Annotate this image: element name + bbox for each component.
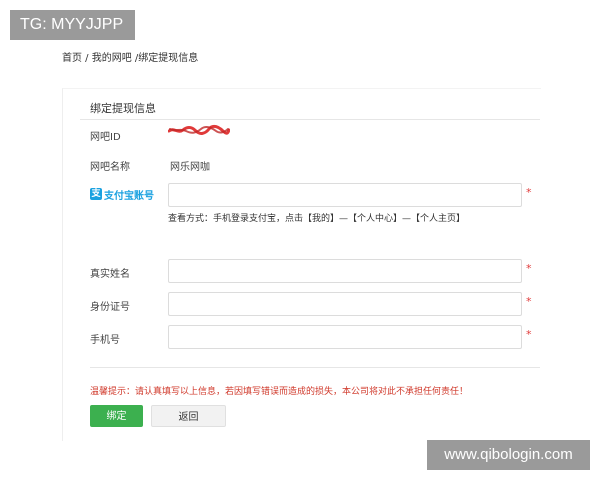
real-name-input[interactable] <box>168 259 522 283</box>
bind-button[interactable]: 绑定 <box>90 405 143 427</box>
alipay-required-mark: * <box>526 186 532 199</box>
redacted-netbar-id <box>168 124 230 135</box>
id-number-required-mark: * <box>526 295 532 308</box>
alipay-icon: 支 <box>90 188 102 200</box>
watermark-top-left: TG: MYYJJPP <box>10 10 135 40</box>
id-number-label: 身份证号 <box>90 302 130 313</box>
back-button[interactable]: 返回 <box>151 405 226 427</box>
alipay-hint: 查看方式：手机登录支付宝，点击【我的】—【个人中心】—【个人主页】 <box>168 214 466 224</box>
page-title: 绑定提现信息 <box>90 102 156 115</box>
real-name-required-mark: * <box>526 262 532 275</box>
netbar-id-label: 网吧ID <box>90 132 121 143</box>
phone-required-mark: * <box>526 328 532 341</box>
phone-label: 手机号 <box>90 335 120 346</box>
watermark-bottom-right: www.qibologin.com <box>427 440 590 470</box>
alipay-label-text: 支付宝账号 <box>104 190 154 202</box>
real-name-label: 真实姓名 <box>90 269 130 280</box>
title-divider <box>80 119 540 120</box>
alipay-label: 支 支付宝账号 <box>90 187 154 202</box>
warning-text: 温馨提示：请认真填写以上信息，若因填写错误而造成的损失，本公司将对此不承担任何责… <box>90 387 469 397</box>
netbar-name-label: 网吧名称 <box>90 162 130 173</box>
breadcrumb: 首页 / 我的网吧 /绑定提现信息 <box>62 53 199 64</box>
netbar-name-value: 网乐网咖 <box>170 162 210 173</box>
phone-input[interactable] <box>168 325 522 349</box>
alipay-account-input[interactable] <box>168 183 522 207</box>
id-number-input[interactable] <box>168 292 522 316</box>
bottom-divider <box>90 367 540 368</box>
